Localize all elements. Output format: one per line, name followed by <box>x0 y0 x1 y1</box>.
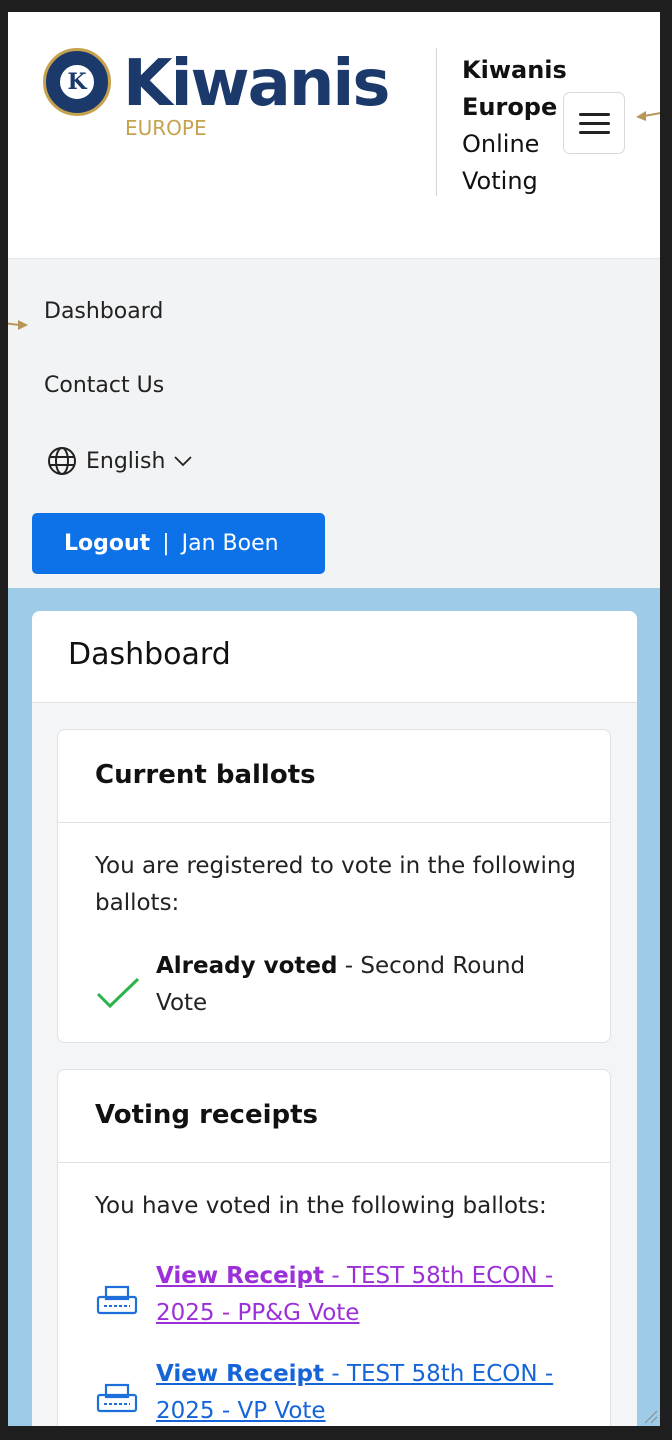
already-voted-label: Already voted <box>156 953 338 979</box>
receipt-item: View Receipt - TEST 58th ECON - 2025 - P… <box>95 1258 585 1338</box>
nav-link-contact-us[interactable]: Contact Us <box>44 373 164 398</box>
view-receipt-label: View Receipt <box>156 1361 325 1387</box>
hamburger-menu-button[interactable] <box>563 92 625 154</box>
hamburger-bar <box>579 122 610 125</box>
voting-receipts-intro: You have voted in the following ballots: <box>95 1193 547 1219</box>
view-receipt-label: View Receipt <box>156 1263 325 1289</box>
navigation-menu: Dashboard Contact Us English Logout | Ja… <box>8 258 660 588</box>
browser-viewport: K Kiwanis EUROPE Kiwanis Europe Online V… <box>8 12 660 1426</box>
logout-button[interactable]: Logout | Jan Boen <box>32 513 325 574</box>
site-title-line: Kiwanis <box>462 56 567 84</box>
site-title-line: Voting <box>462 167 538 195</box>
hamburger-bar <box>579 131 610 134</box>
header-divider <box>436 48 437 196</box>
receipt-printer-icon <box>96 1383 138 1413</box>
voting-receipts-title: Voting receipts <box>95 1100 319 1130</box>
voting-receipts-header: Voting receipts <box>58 1070 610 1163</box>
dashboard-card-header: Dashboard <box>32 611 637 703</box>
logo-wordmark: Kiwanis <box>123 47 390 121</box>
dashboard-card: Dashboard Current ballots You are regist… <box>32 611 637 1426</box>
ballot-status-text: Already voted - Second Round Vote <box>156 948 576 1022</box>
logout-separator: | <box>162 531 170 556</box>
resize-grip-icon[interactable] <box>642 1408 658 1424</box>
ballot-status-item: Already voted - Second Round Vote <box>95 948 595 1028</box>
seal-letter: K <box>58 63 96 101</box>
view-receipt-link[interactable]: View Receipt - TEST 58th ECON - 2025 - V… <box>156 1356 576 1426</box>
site-header: K Kiwanis EUROPE Kiwanis Europe Online V… <box>8 12 660 258</box>
logout-label: Logout <box>64 531 151 556</box>
kiwanis-seal-icon: K <box>43 48 111 116</box>
receipt-item: View Receipt - TEST 58th ECON - 2025 - V… <box>95 1356 585 1426</box>
voting-receipts-panel: Voting receipts You have voted in the fo… <box>57 1069 611 1426</box>
chevron-down-icon <box>174 456 193 467</box>
user-name: Jan Boen <box>181 531 279 556</box>
logo-subword: EUROPE <box>125 116 207 140</box>
current-ballots-title: Current ballots <box>95 760 316 790</box>
current-ballots-intro: You are registered to vote in the follow… <box>95 853 577 916</box>
site-title-line: Europe <box>462 93 558 121</box>
kiwanis-europe-logo[interactable]: K Kiwanis EUROPE <box>43 47 413 148</box>
current-ballots-header: Current ballots <box>58 730 610 823</box>
site-title-line: Online <box>462 130 540 158</box>
site-title: Kiwanis Europe Online Voting <box>462 52 567 200</box>
globe-icon <box>48 447 76 475</box>
hamburger-bar <box>579 113 610 116</box>
annotation-arrow-icon <box>8 320 28 330</box>
nav-link-dashboard[interactable]: Dashboard <box>44 299 163 324</box>
page-title: Dashboard <box>68 637 231 672</box>
language-selector[interactable]: English <box>46 445 193 477</box>
language-label: English <box>86 448 166 474</box>
annotation-arrow-icon <box>636 111 660 121</box>
checkmark-icon <box>96 977 140 1009</box>
view-receipt-link[interactable]: View Receipt - TEST 58th ECON - 2025 - P… <box>156 1258 576 1332</box>
current-ballots-panel: Current ballots You are registered to vo… <box>57 729 611 1043</box>
receipt-printer-icon <box>96 1285 138 1315</box>
